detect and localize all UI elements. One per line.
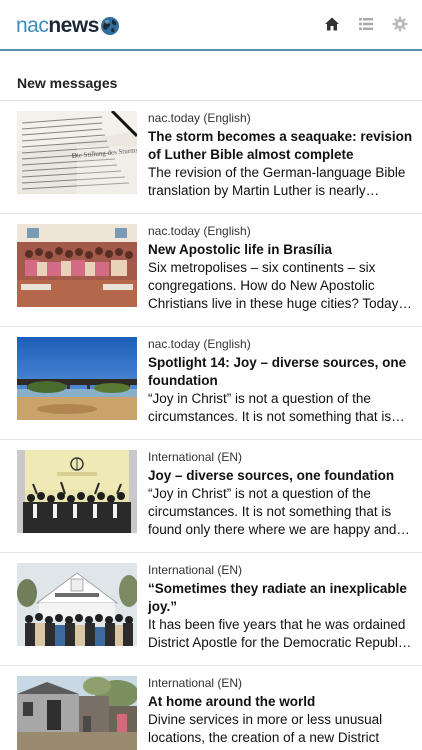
logo-nac-text: nac: [16, 14, 49, 37]
article-thumbnail: [17, 224, 137, 307]
article-thumbnail: [17, 450, 137, 533]
article-thumbnail: [17, 563, 137, 646]
article-title: At home around the world: [148, 694, 316, 709]
globe-icon: [100, 17, 119, 35]
app-header: nac news: [0, 0, 422, 51]
article-title: Spotlight 14: Joy – diverse sources, one…: [148, 355, 407, 388]
section-title: New messages: [17, 75, 118, 91]
article-item[interactable]: International (EN) Joy – diverse sources…: [0, 440, 422, 553]
article-thumbnail: [17, 337, 137, 420]
article-source: International (EN): [148, 563, 243, 577]
article-item[interactable]: nac.today (English) New Apostolic life i…: [0, 214, 422, 327]
article-excerpt: “Joy in Christ” is not a question of the…: [148, 486, 410, 537]
article-item[interactable]: Die Stillung des Sturms nac.today (Engli…: [0, 101, 422, 214]
header-actions: [324, 16, 408, 32]
article-excerpt: The revision of the German-language Bibl…: [148, 165, 406, 198]
article-item[interactable]: International (EN) At home around the wo…: [0, 666, 422, 750]
article-title: New Apostolic life in Brasília: [148, 242, 333, 257]
article-title: The storm becomes a seaquake: revision o…: [148, 129, 413, 162]
article-excerpt: Six metropolises – six continents – six …: [148, 260, 412, 311]
nacnews-logo[interactable]: nac news: [16, 14, 120, 38]
list-icon[interactable]: [358, 16, 374, 32]
article-list: Die Stillung des Sturms nac.today (Engli…: [0, 101, 422, 750]
article-source: nac.today (English): [148, 337, 251, 351]
article-title: “Sometimes they radiate an inexplicable …: [148, 581, 407, 614]
article-excerpt: “Joy in Christ” is not a question of the…: [148, 391, 405, 424]
article-thumbnail: Die Stillung des Sturms: [17, 111, 137, 194]
article-source: International (EN): [148, 676, 243, 690]
article-excerpt: Divine services in more or less unusual …: [148, 712, 383, 745]
article-excerpt: It has been five years that he was ordai…: [148, 617, 412, 650]
article-thumbnail: [17, 676, 137, 750]
article-item[interactable]: International (EN) “Sometimes they radia…: [0, 553, 422, 666]
logo-news-text: news: [48, 14, 99, 37]
gear-icon[interactable]: [392, 16, 408, 32]
article-source: International (EN): [148, 450, 243, 464]
article-source: nac.today (English): [148, 111, 251, 125]
article-source: nac.today (English): [148, 224, 251, 238]
article-item[interactable]: nac.today (English) Spotlight 14: Joy – …: [0, 327, 422, 440]
home-icon[interactable]: [324, 16, 340, 32]
article-title: Joy – diverse sources, one foundation: [148, 468, 395, 483]
